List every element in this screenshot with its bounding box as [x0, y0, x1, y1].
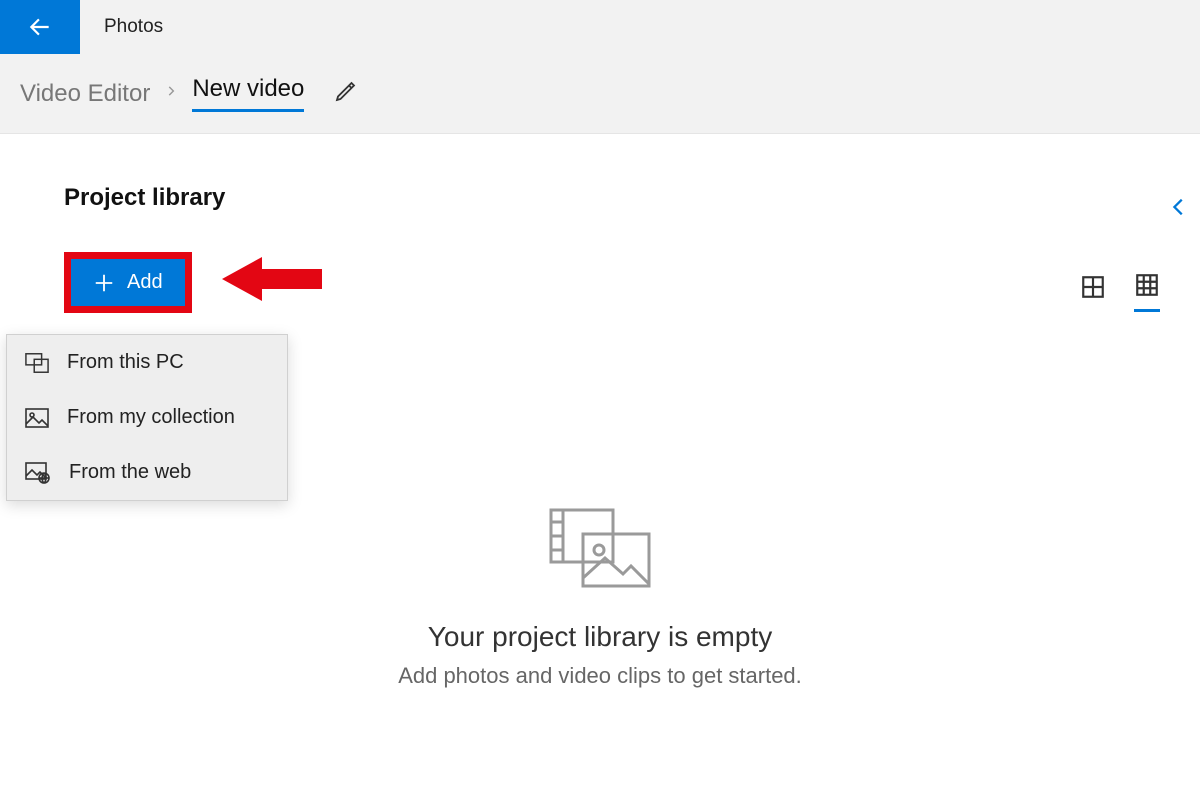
grid-3x3-icon [1134, 272, 1160, 298]
menu-item-from-collection[interactable]: From my collection [7, 390, 287, 445]
add-dropdown-menu: From this PC From my collection From the… [6, 334, 288, 501]
empty-subtitle: Add photos and video clips to get starte… [250, 663, 950, 689]
grid-small-view-button[interactable] [1134, 272, 1160, 312]
chevron-left-icon [1168, 190, 1190, 224]
annotation-arrow-icon [222, 252, 322, 306]
menu-item-from-web[interactable]: From the web [7, 445, 287, 500]
grid-large-view-button[interactable] [1080, 274, 1106, 311]
breadcrumb: Video Editor New video [0, 54, 1200, 134]
main-content: Project library Add [0, 134, 1200, 313]
header-bar: Photos [0, 0, 1200, 54]
add-button[interactable]: Add [71, 259, 185, 306]
plus-icon [93, 272, 115, 294]
pencil-icon [334, 79, 358, 103]
menu-label: From the web [69, 461, 191, 484]
empty-state: Your project library is empty Add photos… [250, 504, 950, 689]
view-toggle-group [1080, 272, 1160, 312]
app-title: Photos [104, 16, 163, 38]
grid-2x2-icon [1080, 274, 1106, 300]
picture-icon [25, 408, 49, 428]
collapse-panel-button[interactable] [1168, 190, 1190, 229]
menu-item-from-pc[interactable]: From this PC [7, 335, 287, 390]
breadcrumb-parent[interactable]: Video Editor [20, 80, 150, 108]
edit-title-button[interactable] [334, 79, 358, 108]
section-title: Project library [64, 184, 1168, 212]
add-button-label: Add [127, 271, 163, 294]
pc-icon [25, 352, 49, 374]
empty-title: Your project library is empty [250, 621, 950, 653]
add-button-highlight: Add [64, 252, 192, 313]
menu-label: From my collection [67, 406, 235, 429]
breadcrumb-current[interactable]: New video [192, 75, 304, 112]
back-arrow-icon [27, 14, 53, 40]
empty-library-icon [545, 504, 655, 592]
chevron-right-icon [164, 84, 178, 103]
menu-label: From this PC [67, 351, 184, 374]
back-button[interactable] [0, 0, 80, 54]
web-picture-icon [25, 462, 51, 484]
